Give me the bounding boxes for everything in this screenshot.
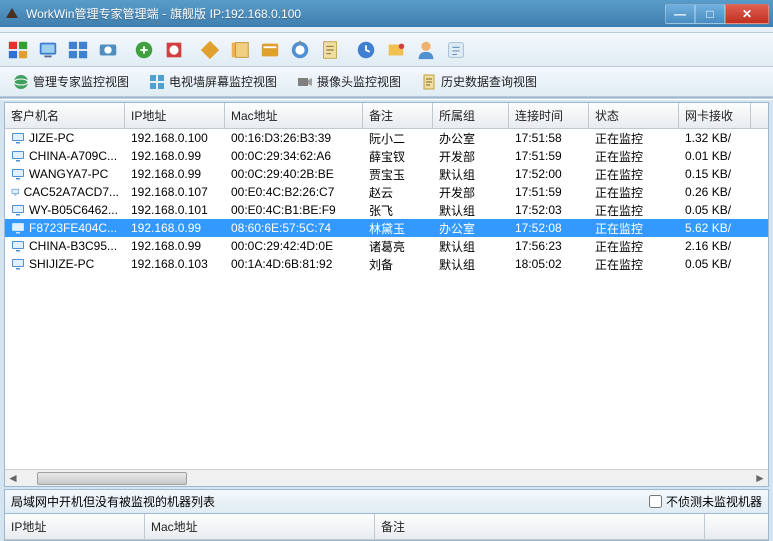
- table-body: JIZE-PC192.168.0.10000:16:D3:26:B3:39阮小二…: [5, 129, 768, 469]
- toolbar-btn-1[interactable]: [4, 36, 32, 64]
- monitor-icon: [11, 132, 25, 144]
- table-row[interactable]: SHIJIZE-PC192.168.0.10300:1A:4D:6B:81:92…: [5, 255, 768, 273]
- toolbar-btn-9[interactable]: [256, 36, 284, 64]
- table-row[interactable]: WY-B05C6462...192.168.0.10100:E0:4C:B1:B…: [5, 201, 768, 219]
- toolbar-btn-12[interactable]: [352, 36, 380, 64]
- toolbar-btn-3[interactable]: [64, 36, 92, 64]
- col-hostname[interactable]: 客户机名: [5, 103, 125, 128]
- view-tabs: 管理专家监控视图 电视墙屏幕监控视图 摄像头监控视图 历史数据查询视图: [0, 67, 773, 97]
- tab-history[interactable]: 历史数据查询视图: [414, 69, 544, 94]
- bcol-mac[interactable]: Mac地址: [145, 514, 375, 539]
- scroll-thumb[interactable]: [37, 472, 187, 485]
- tab-label: 电视墙屏幕监控视图: [169, 73, 277, 90]
- table-row[interactable]: CHINA-A709C...192.168.0.9900:0C:29:34:62…: [5, 147, 768, 165]
- tab-label: 摄像头监控视图: [317, 73, 401, 90]
- col-note[interactable]: 备注: [363, 103, 433, 128]
- grid-icon: [149, 74, 165, 90]
- table-row[interactable]: CHINA-B3C95...192.168.0.9900:0C:29:42:4D…: [5, 237, 768, 255]
- horizontal-scrollbar[interactable]: ◄ ►: [5, 469, 768, 486]
- toolbar-btn-13[interactable]: [382, 36, 410, 64]
- titlebar: WorkWin管理专家管理端 - 旗舰版 IP:192.168.0.100 — …: [0, 0, 773, 27]
- monitor-icon: [11, 186, 20, 198]
- client-table: 客户机名 IP地址 Mac地址 备注 所属组 连接时间 状态 网卡接收 JIZE…: [4, 102, 769, 487]
- col-netrecv[interactable]: 网卡接收: [679, 103, 751, 128]
- toolbar-btn-4[interactable]: [94, 36, 122, 64]
- no-detect-checkbox-input[interactable]: [649, 495, 662, 508]
- unmonitored-title: 局域网中开机但没有被监视的机器列表: [11, 493, 215, 510]
- monitor-icon: [11, 150, 25, 162]
- toolbar-btn-6[interactable]: [160, 36, 188, 64]
- checkbox-label: 不侦测未监视机器: [666, 493, 762, 510]
- toolbar-btn-5[interactable]: [130, 36, 158, 64]
- unmonitored-panel: 局域网中开机但没有被监视的机器列表 不侦测未监视机器 IP地址 Mac地址 备注: [4, 489, 769, 541]
- window-title: WorkWin管理专家管理端 - 旗舰版 IP:192.168.0.100: [26, 5, 665, 22]
- toolbar-btn-8[interactable]: [226, 36, 254, 64]
- close-button[interactable]: ✕: [725, 4, 769, 24]
- toolbar-btn-11[interactable]: [316, 36, 344, 64]
- col-ip[interactable]: IP地址: [125, 103, 225, 128]
- monitor-icon: [11, 204, 25, 216]
- bcol-ip[interactable]: IP地址: [5, 514, 145, 539]
- table-header: 客户机名 IP地址 Mac地址 备注 所属组 连接时间 状态 网卡接收: [5, 103, 768, 129]
- maximize-button[interactable]: □: [695, 4, 725, 24]
- toolbar-btn-14[interactable]: [412, 36, 440, 64]
- toolbar-btn-10[interactable]: [286, 36, 314, 64]
- col-status[interactable]: 状态: [589, 103, 679, 128]
- document-icon: [421, 74, 437, 90]
- tab-camera[interactable]: 摄像头监控视图: [290, 69, 408, 94]
- globe-icon: [13, 74, 29, 90]
- scroll-right-icon[interactable]: ►: [752, 470, 768, 486]
- monitor-icon: [11, 240, 25, 252]
- col-group[interactable]: 所属组: [433, 103, 509, 128]
- tab-label: 历史数据查询视图: [441, 73, 537, 90]
- table-row[interactable]: JIZE-PC192.168.0.10000:16:D3:26:B3:39阮小二…: [5, 129, 768, 147]
- toolbar-btn-15[interactable]: [442, 36, 470, 64]
- toolbar-btn-7[interactable]: [196, 36, 224, 64]
- scroll-left-icon[interactable]: ◄: [5, 470, 21, 486]
- table-row[interactable]: CAC52A7ACD7...192.168.0.10700:E0:4C:B2:2…: [5, 183, 768, 201]
- main-toolbar: [0, 33, 773, 67]
- monitor-icon: [11, 258, 25, 270]
- camera-icon: [297, 74, 313, 90]
- divider: [0, 97, 773, 100]
- app-icon: [4, 6, 20, 22]
- minimize-button[interactable]: —: [665, 4, 695, 24]
- no-detect-checkbox[interactable]: 不侦测未监视机器: [649, 493, 762, 510]
- monitor-icon: [11, 222, 25, 234]
- tab-tvwall[interactable]: 电视墙屏幕监控视图: [142, 69, 284, 94]
- monitor-icon: [11, 168, 25, 180]
- col-mac[interactable]: Mac地址: [225, 103, 363, 128]
- tab-label: 管理专家监控视图: [33, 73, 129, 90]
- tab-expert-monitor[interactable]: 管理专家监控视图: [6, 69, 136, 94]
- table-row[interactable]: WANGYA7-PC192.168.0.9900:0C:29:40:2B:BE贾…: [5, 165, 768, 183]
- table-row[interactable]: F8723FE404C...192.168.0.9908:60:6E:57:5C…: [5, 219, 768, 237]
- toolbar-btn-2[interactable]: [34, 36, 62, 64]
- col-conntime[interactable]: 连接时间: [509, 103, 589, 128]
- bcol-note[interactable]: 备注: [375, 514, 705, 539]
